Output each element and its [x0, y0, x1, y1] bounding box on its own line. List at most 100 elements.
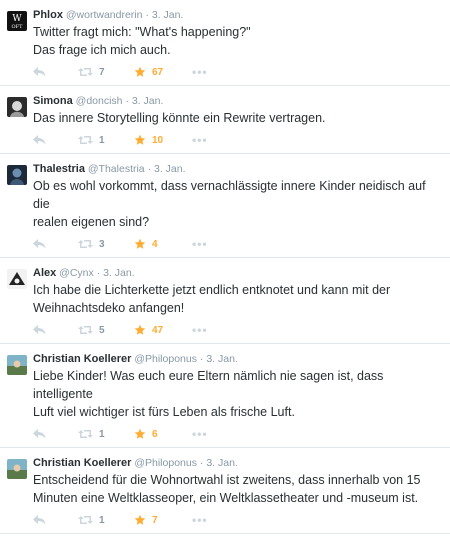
star-icon — [134, 66, 146, 78]
more-icon: ••• — [192, 133, 208, 147]
tweet-actions: 3 4 ••• — [33, 231, 440, 257]
reply-button[interactable] — [33, 515, 78, 525]
separator: · — [145, 9, 149, 21]
tweet-text-line: Weihnachtsdeko anfangen! — [33, 301, 185, 315]
tweet-header: Christian Koellerer @Philoponus · 3. Jan… — [33, 352, 440, 366]
separator: · — [199, 353, 204, 365]
tweet-text-line: Minuten eine Weltklasseoper, ein Weltkla… — [33, 491, 419, 505]
reply-button[interactable] — [33, 429, 78, 439]
reply-icon — [33, 429, 46, 439]
tweet-text-line: Ich habe die Lichterkette jetzt endlich … — [33, 283, 391, 297]
tweet-text: Twitter fragt mich: "What's happening?" … — [33, 23, 440, 59]
star-icon — [134, 324, 146, 336]
avatar[interactable] — [7, 269, 27, 289]
retweet-button[interactable]: 5 — [78, 325, 134, 336]
reply-button[interactable] — [33, 239, 78, 249]
username[interactable]: @Thalestria — [88, 163, 145, 175]
more-button[interactable]: ••• — [192, 133, 208, 147]
svg-text:W: W — [12, 14, 22, 24]
timestamp[interactable]: 3. Jan. — [152, 9, 184, 21]
tweet[interactable]: Simona @doncish · 3. Jan. Das innere Sto… — [0, 86, 450, 154]
tweet[interactable]: Alex @Cynx · 3. Jan. Ich habe die Lichte… — [0, 258, 450, 344]
favorite-button[interactable]: 4 — [134, 238, 192, 250]
separator: · — [125, 95, 129, 107]
more-icon: ••• — [192, 513, 208, 527]
reply-button[interactable] — [33, 325, 78, 335]
tweet[interactable]: Christian Koellerer @Philoponus · 3. Jan… — [0, 344, 450, 448]
star-icon — [134, 428, 146, 440]
retweet-button[interactable]: 1 — [78, 135, 134, 146]
fullname[interactable]: Christian Koellerer — [33, 353, 131, 365]
tweet-header: Alex @Cynx · 3. Jan. — [33, 266, 440, 280]
star-icon — [134, 514, 146, 526]
more-icon: ••• — [192, 237, 208, 251]
retweet-count: 1 — [99, 134, 105, 146]
username[interactable]: @wortwandrerin — [66, 9, 143, 21]
avatar[interactable] — [7, 355, 27, 375]
retweet-button[interactable]: 1 — [78, 429, 134, 440]
more-button[interactable]: ••• — [192, 513, 208, 527]
timestamp[interactable]: 3. Jan. — [206, 353, 238, 365]
tweet-text: Das innere Storytelling könnte ein Rewri… — [33, 109, 440, 127]
retweet-icon — [78, 515, 93, 525]
tweet-header: Christian Koellerer @Philoponus · 3. Jan… — [33, 456, 440, 470]
star-icon — [134, 134, 146, 146]
tweet[interactable]: W OFT Phlox @wortwandrerin · 3. Jan. Twit… — [0, 0, 450, 86]
tweet-text-line: Twitter fragt mich: "What's happening?" — [33, 25, 251, 39]
avatar[interactable] — [7, 97, 27, 117]
avatar[interactable] — [7, 459, 27, 479]
favorite-button[interactable]: 6 — [134, 428, 192, 440]
tweet-text-line: Entscheidend für die Wohnortwahl ist zwe… — [33, 473, 421, 487]
tweet-header: Phlox @wortwandrerin · 3. Jan. — [33, 8, 440, 22]
timestamp[interactable]: 3. Jan. — [103, 267, 135, 279]
more-button[interactable]: ••• — [192, 427, 208, 441]
favorite-button[interactable]: 67 — [134, 66, 192, 78]
retweet-button[interactable]: 1 — [78, 515, 134, 526]
favorite-button[interactable]: 10 — [134, 134, 192, 146]
more-button[interactable]: ••• — [192, 323, 208, 337]
more-icon: ••• — [192, 323, 208, 337]
reply-button[interactable] — [33, 67, 78, 77]
reply-icon — [33, 515, 46, 525]
tweet-actions: 1 10 ••• — [33, 127, 440, 153]
username[interactable]: @doncish — [76, 95, 123, 107]
avatar[interactable]: W OFT — [7, 11, 27, 31]
favorite-count: 10 — [152, 134, 164, 146]
tweet-text-line: realen eigenen sind? — [33, 215, 150, 229]
separator: · — [96, 267, 101, 279]
tweet-text-line: Luft viel wichtiger ist fürs Leben als f… — [33, 405, 295, 419]
favorite-button[interactable]: 47 — [134, 324, 192, 336]
tweet-text-line: Das frage ich mich auch. — [33, 43, 171, 57]
reply-button[interactable] — [33, 135, 78, 145]
separator: · — [199, 457, 204, 469]
more-icon: ••• — [192, 65, 208, 79]
timestamp[interactable]: 3. Jan. — [132, 95, 164, 107]
fullname[interactable]: Christian Koellerer — [33, 457, 131, 469]
more-button[interactable]: ••• — [192, 65, 208, 79]
timestamp[interactable]: 3. Jan. — [154, 163, 186, 175]
fullname[interactable]: Phlox — [33, 9, 63, 21]
retweet-button[interactable]: 7 — [78, 67, 134, 78]
favorite-count: 4 — [152, 238, 158, 250]
retweet-icon — [78, 325, 93, 335]
username[interactable]: @Philoponus — [134, 353, 197, 365]
fullname[interactable]: Thalestria — [33, 163, 85, 175]
tweet-text: Ob es wohl vorkommt, dass vernachlässigt… — [33, 177, 440, 231]
retweet-icon — [78, 135, 93, 145]
separator: · — [147, 163, 152, 175]
timestamp[interactable]: 3. Jan. — [206, 457, 238, 469]
tweet-text-line: Liebe Kinder! Was euch eure Eltern nämli… — [33, 369, 384, 401]
tweet[interactable]: Thalestria @Thalestria · 3. Jan. Ob es w… — [0, 154, 450, 258]
retweet-count: 7 — [99, 66, 105, 78]
retweet-button[interactable]: 3 — [78, 239, 134, 250]
more-button[interactable]: ••• — [192, 237, 208, 251]
retweet-count: 1 — [99, 428, 105, 440]
username[interactable]: @Cynx — [59, 267, 94, 279]
fullname[interactable]: Simona — [33, 95, 73, 107]
reply-icon — [33, 67, 46, 77]
username[interactable]: @Philoponus — [134, 457, 197, 469]
favorite-button[interactable]: 7 — [134, 514, 192, 526]
avatar[interactable] — [7, 165, 27, 185]
tweet[interactable]: Christian Koellerer @Philoponus · 3. Jan… — [0, 448, 450, 534]
fullname[interactable]: Alex — [33, 267, 56, 279]
